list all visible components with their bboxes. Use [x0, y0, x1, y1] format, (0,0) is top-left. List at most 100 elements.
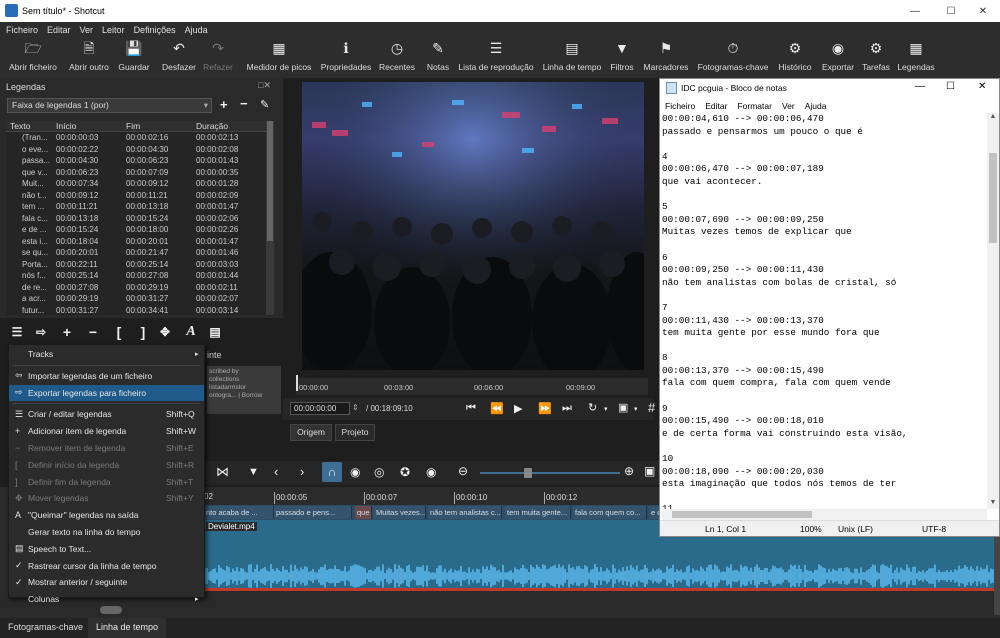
table-row[interactable]: passa... 00:00:04:30 00:00:06:23 00:00:01:4… — [6, 155, 274, 167]
close-button[interactable]: ✕ — [966, 0, 1000, 22]
zoom-in-icon[interactable]: ⊕ — [624, 464, 634, 478]
notepad-vscroll[interactable]: ▲ ▼ — [987, 113, 999, 509]
scrub-icon[interactable]: ◉ — [350, 465, 360, 479]
menu-ver[interactable]: Ver — [80, 25, 94, 35]
fast-forward-icon[interactable]: ⏩ — [538, 402, 552, 415]
table-row[interactable]: e de ... 00:00:15:24 00:00:18:00 00:00:02:2… — [6, 224, 274, 236]
tab-projeto[interactable]: Projeto — [335, 424, 375, 441]
peak-meter-button[interactable]: ▦ Medidor de picos — [247, 40, 312, 72]
subtitle-clip[interactable]: que ... — [355, 506, 372, 519]
context-menu-item[interactable]: ✓ Mostrar anterior / seguinte — [9, 574, 204, 590]
recent-button[interactable]: ◷ Recentes — [379, 40, 415, 72]
notepad-maximize-button[interactable]: ☐ — [946, 81, 955, 92]
jobs-button[interactable]: ⚙ Tarefas — [862, 40, 890, 72]
menu-ficheiro[interactable]: Ficheiro — [6, 25, 38, 35]
skip-end-icon[interactable]: ⏭ — [562, 402, 572, 415]
table-row[interactable]: a acr... 00:00:29:19 00:00:31:27 00:00:02:0… — [6, 293, 274, 305]
context-menu-item[interactable]: + Adicionar item de legenda Shift+W — [9, 423, 204, 439]
zoom-dropdown-icon[interactable]: ▾ — [634, 405, 638, 413]
context-menu-item[interactable]: ☰ Criar / editar legendas Shift+Q — [9, 406, 204, 422]
table-row[interactable]: fala c... 00:00:13:18 00:00:15:24 00:00:02:… — [6, 213, 274, 225]
column-inicio[interactable]: Início — [52, 121, 122, 131]
spinner-icon[interactable]: ⇕ — [352, 403, 359, 412]
subtitle-clip[interactable]: Muitas vezes... — [374, 506, 426, 519]
bracket-left-icon[interactable]: [ — [110, 322, 128, 342]
notepad-minimize-button[interactable]: — — [915, 81, 925, 92]
subtitle-clip[interactable]: não tem analistas c... — [428, 506, 502, 519]
history-button[interactable]: ⚙ Histórico — [778, 40, 811, 72]
prev-icon[interactable]: ‹ — [274, 464, 278, 479]
column-fim[interactable]: Fim — [122, 121, 192, 131]
undo-button[interactable]: ↶ Desfazer — [162, 40, 196, 72]
table-row[interactable]: tem ... 00:00:11:21 00:00:13:18 00:00:01:47 — [6, 201, 274, 213]
loop-dropdown-icon[interactable]: ▾ — [604, 405, 608, 413]
zoom-slider-handle[interactable] — [524, 468, 532, 478]
split-icon[interactable]: ⋈ — [216, 464, 229, 480]
np-menu-editar[interactable]: Editar — [705, 101, 727, 111]
column-texto[interactable]: Texto — [6, 121, 52, 131]
table-row[interactable]: nós f... 00:00:25:14 00:00:27:08 00:00:01:4… — [6, 270, 274, 282]
next-icon[interactable]: › — [300, 464, 304, 479]
context-menu-item[interactable]: ⇦ Importar legendas de um ficheiro — [9, 368, 204, 384]
context-menu-item[interactable]: Gerar texto na linha do tempo — [9, 524, 204, 540]
playlist-button[interactable]: ☰ Lista de reprodução — [458, 40, 533, 72]
subtitles-button[interactable]: ▦ Legendas — [897, 40, 934, 72]
np-menu-ver[interactable]: Ver — [782, 101, 795, 111]
player-playhead[interactable] — [296, 375, 298, 391]
table-row[interactable]: Porta... 00:00:22:11 00:00:25:14 00:00:03:0… — [6, 259, 274, 271]
track-select[interactable]: Faixa de legendas 1 (por) ▾ — [7, 98, 212, 113]
bracket-right-icon[interactable]: ] — [134, 322, 152, 342]
menu-leitor[interactable]: Leitor — [102, 25, 125, 35]
zoom-fit-icon[interactable]: ▣ — [644, 464, 655, 478]
table-scrollbar[interactable] — [266, 121, 274, 315]
marker-icon[interactable]: ▼ — [248, 466, 259, 478]
move-icon[interactable]: ✥ — [156, 322, 174, 342]
zoom-out-icon[interactable]: ⊖ — [458, 464, 468, 478]
timeline-hscroll-handle[interactable] — [100, 606, 122, 614]
np-menu-formatar[interactable]: Formatar — [737, 101, 771, 111]
export-button[interactable]: ◉ Exportar — [822, 40, 854, 72]
minimize-button[interactable]: — — [898, 0, 932, 22]
filters-button[interactable]: ▼ Filtros — [610, 40, 633, 72]
export-icon[interactable]: ⇨ — [32, 322, 50, 342]
plus-icon[interactable]: + — [58, 322, 76, 342]
context-menu-item[interactable]: A "Queimar" legendas na saída — [9, 507, 204, 523]
timeline-ruler[interactable]: 02 — [204, 489, 660, 505]
np-menu-ficheiro[interactable]: Ficheiro — [665, 101, 695, 111]
np-menu-ajuda[interactable]: Ajuda — [805, 101, 827, 111]
table-row[interactable]: (Tran... 00:00:00:03 00:00:02:16 00:00:02:1… — [6, 132, 274, 144]
context-menu-item[interactable]: ✓ Rastrear cursor da linha de tempo — [9, 558, 204, 574]
subtitle-clip[interactable]: fala com quem co... — [573, 506, 647, 519]
table-row[interactable]: que v... 00:00:06:23 00:00:07:09 00:00:00:3… — [6, 167, 274, 179]
grid-icon[interactable]: # — [648, 400, 655, 415]
tab-keyframes[interactable]: Fotogramas-chave — [8, 622, 83, 632]
notepad-text-area[interactable]: 00:00:04,610 --> 00:00:06,470 passado e p… — [662, 113, 986, 509]
context-menu-item[interactable]: Colunas ▸ — [9, 591, 204, 607]
float-icon[interactable]: □✕ — [258, 80, 271, 91]
open-file-button[interactable]: 🗁 Abrir ficheiro — [9, 40, 57, 72]
timeline-button[interactable]: ▤ Linha de tempo — [543, 40, 602, 72]
subtitle-clip[interactable]: tem muita gente... — [505, 506, 571, 519]
ripple-all-icon[interactable]: ✪ — [400, 465, 410, 479]
edit-track-icon[interactable]: ✎ — [260, 98, 269, 111]
table-row[interactable]: Muit... 00:00:07:34 00:00:09:12 00:00:01:28 — [6, 178, 274, 190]
speech-icon[interactable]: ▤ — [206, 322, 224, 342]
column-duracao[interactable]: Duração — [192, 121, 262, 131]
zoom-icon[interactable]: ▣ — [618, 401, 628, 414]
zoom-slider[interactable] — [480, 472, 620, 474]
subtitle-clip[interactable]: passado e pens... — [274, 506, 352, 519]
play-icon[interactable]: ▶ — [514, 402, 522, 415]
table-row[interactable]: esta i... 00:00:18:04 00:00:20:01 00:00:01:… — [6, 236, 274, 248]
ripple-markers-icon[interactable]: ◉ — [426, 465, 436, 479]
save-button[interactable]: 💾 Guardar — [118, 40, 149, 72]
menu-definicoes[interactable]: Definições — [134, 25, 176, 35]
timecode-input[interactable]: 00:00:00:00 — [290, 402, 350, 415]
table-row[interactable]: o eve... 00:00:02:22 00:00:04:30 00:00:02:0… — [6, 144, 274, 156]
burn-icon[interactable]: A — [182, 322, 200, 342]
tab-timeline[interactable]: Linha de tempo — [88, 618, 167, 638]
menu-list-icon[interactable]: ☰ — [8, 322, 26, 342]
context-menu-item[interactable]: ✥ Mover legendas Shift+Y — [9, 490, 204, 506]
skip-start-icon[interactable]: ⏮ — [466, 402, 476, 415]
remove-track-button[interactable]: − — [240, 96, 248, 111]
context-menu-item[interactable]: ] Definir fim da legenda Shift+T — [9, 474, 204, 490]
